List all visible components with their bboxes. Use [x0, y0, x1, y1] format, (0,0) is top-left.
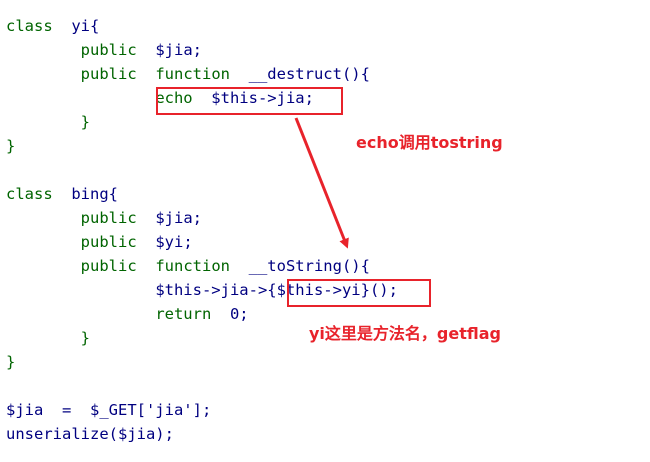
code-line: return 0;: [6, 302, 249, 326]
code-identifier: unserialize($jia);: [6, 425, 174, 443]
code-keyword: }: [80, 113, 90, 131]
code-line: }: [6, 326, 90, 350]
code-identifier: $jia;: [136, 41, 202, 59]
code-line: public function __toString(){: [6, 254, 370, 278]
code-identifier: 0;: [211, 305, 249, 323]
code-identifier: bing{: [52, 185, 118, 203]
code-line: unserialize($jia);: [6, 422, 174, 446]
code-line: public $jia;: [6, 206, 202, 230]
code-keyword: public: [80, 41, 137, 59]
code-identifier: __destruct(){: [229, 65, 370, 83]
code-line: public $yi;: [6, 230, 193, 254]
code-line: class yi{: [6, 14, 99, 38]
code-identifier: [137, 65, 156, 83]
code-identifier: __toString(){: [229, 257, 370, 275]
code-line: public $jia;: [6, 38, 202, 62]
code-keyword: }: [80, 329, 90, 347]
annotation-yi: yi这里是方法名，getflag: [309, 324, 501, 343]
code-keyword: public: [80, 209, 137, 227]
code-line: }: [6, 110, 90, 134]
code-keyword: class: [6, 17, 53, 35]
code-line: class bing{: [6, 182, 118, 206]
code-identifier: yi{: [52, 17, 100, 35]
code-keyword: public: [80, 233, 137, 251]
code-keyword: public: [80, 65, 137, 83]
annotation-echo: echo调用tostring: [356, 133, 503, 152]
code-identifier: $jia = $_GET['jia'];: [6, 401, 212, 419]
code-line: }: [6, 350, 15, 374]
code-keyword: return: [155, 305, 212, 323]
code-keyword: function: [155, 65, 230, 83]
code-identifier: $jia;: [136, 209, 202, 227]
code-identifier: [137, 257, 156, 275]
code-line: }: [6, 134, 15, 158]
code-identifier: $yi;: [136, 233, 193, 251]
code-keyword: }: [6, 353, 16, 371]
code-line: public function __destruct(){: [6, 62, 370, 86]
code-keyword: function: [155, 257, 230, 275]
code-keyword: public: [80, 257, 137, 275]
highlight-box-method-call: [287, 279, 431, 307]
code-keyword: }: [6, 137, 16, 155]
code-line: $jia = $_GET['jia'];: [6, 398, 211, 422]
code-editor: class yi{ public $jia; public function _…: [0, 0, 650, 462]
highlight-box-echo: [156, 87, 343, 115]
code-keyword: class: [6, 185, 53, 203]
